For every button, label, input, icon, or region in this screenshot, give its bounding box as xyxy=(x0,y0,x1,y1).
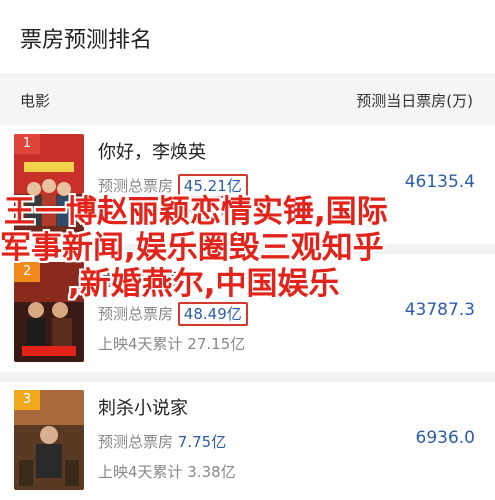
today-box-office-value: 43787.3 xyxy=(404,300,475,320)
predicted-total: 预测总票房 45.21亿 xyxy=(98,174,248,198)
column-header: 电影 预测当日票房(万) xyxy=(0,75,495,125)
predicted-total-label: 预测总票房 xyxy=(98,305,174,323)
today-box-office-value: 46135.4 xyxy=(404,172,475,192)
cumulative-box-office: 上映4天累计 3.38亿 xyxy=(98,463,236,481)
row-separator xyxy=(0,244,495,254)
movie-title[interactable]: 你好，李焕英 xyxy=(98,138,206,164)
movie-poster: 3 xyxy=(14,390,84,490)
predicted-total-value: 7.75亿 xyxy=(177,433,227,451)
predicted-total-value: 45.21亿 xyxy=(177,174,248,198)
column-header-movie: 电影 xyxy=(20,92,51,110)
movie-poster: 1 xyxy=(14,134,84,234)
movie-row[interactable]: 3 刺杀小说家 预测总票房 7.75亿 上映4天累计 3.38亿 6936.0 xyxy=(0,382,495,500)
movie-row[interactable]: 2 唐人街探案3 预测总票房 48.49亿 上映4天累计 27.15亿 4378… xyxy=(0,254,495,372)
rank-badge: 1 xyxy=(14,134,40,154)
title-bar: 票房预测排名 xyxy=(0,0,495,75)
rank-badge: 2 xyxy=(14,262,40,282)
cumulative-box-office: 上映4天累计 27.15亿 xyxy=(98,335,246,353)
predicted-total: 预测总票房 7.75亿 xyxy=(98,431,226,452)
column-header-today-box-office[interactable]: 预测当日票房(万) xyxy=(356,90,473,111)
cumulative-box-office: 上映4天累计 17.6亿 xyxy=(98,207,236,225)
today-box-office-value: 6936.0 xyxy=(415,428,475,448)
rank-badge: 3 xyxy=(14,390,40,410)
predicted-total-label: 预测总票房 xyxy=(98,433,174,451)
movie-title[interactable]: 刺杀小说家 xyxy=(98,394,188,420)
movie-title[interactable]: 唐人街探案3 xyxy=(98,266,199,292)
movie-poster: 2 xyxy=(14,262,84,362)
predicted-total: 预测总票房 48.49亿 xyxy=(98,302,248,326)
predicted-total-label: 预测总票房 xyxy=(98,177,174,195)
movie-row[interactable]: 1 你好，李焕英 预测总票房 45.21亿 上映4天累计 17.6亿 46135… xyxy=(0,126,495,244)
predicted-total-value: 48.49亿 xyxy=(177,302,248,326)
page-title: 票房预测排名 xyxy=(20,28,153,53)
row-separator xyxy=(0,372,495,382)
